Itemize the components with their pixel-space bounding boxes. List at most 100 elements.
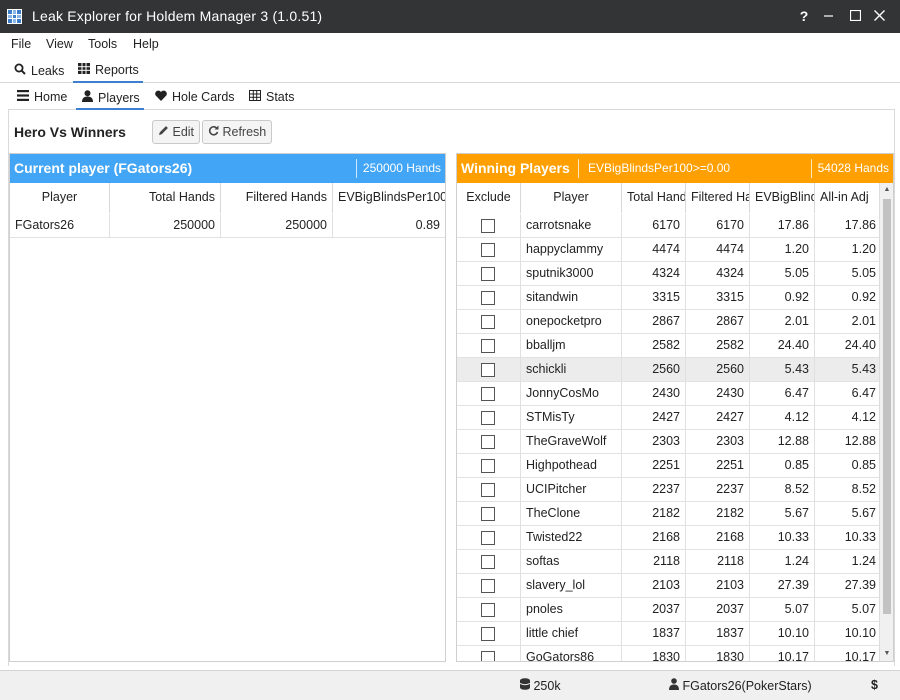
active-player[interactable]: FGators26(PokerStars): [669, 678, 812, 693]
exclude-checkbox[interactable]: [481, 387, 495, 401]
table-row[interactable]: bballjm 2582 2582 24.40 24.40: [457, 334, 881, 358]
close-button[interactable]: [867, 4, 891, 28]
table-row[interactable]: GoGators86 1830 1830 10.17 10.17: [457, 646, 881, 661]
exclude-checkbox[interactable]: [481, 339, 495, 353]
cell-evbb: 5.05: [750, 262, 815, 286]
cell-exclude: [457, 454, 521, 478]
scrollbar-thumb[interactable]: [883, 199, 891, 614]
cell-filtered-hands: 4474: [686, 238, 750, 262]
table-row[interactable]: TheClone 2182 2182 5.67 5.67: [457, 502, 881, 526]
scroll-down-icon[interactable]: ▼: [880, 647, 893, 661]
menu-view[interactable]: View: [46, 37, 73, 51]
exclude-checkbox[interactable]: [481, 243, 495, 257]
exclude-checkbox[interactable]: [481, 555, 495, 569]
column-header-total-hands[interactable]: Total Hands: [110, 183, 221, 213]
column-header-exclude[interactable]: Exclude: [457, 183, 521, 213]
table-row[interactable]: TheGraveWolf 2303 2303 12.88 12.88: [457, 430, 881, 454]
table-row[interactable]: softas 2118 2118 1.24 1.24: [457, 550, 881, 574]
column-header-allin-adj[interactable]: All-in Adj: [815, 183, 881, 213]
column-header-filtered-hands[interactable]: Filtered Hands: [221, 183, 333, 213]
exclude-checkbox[interactable]: [481, 411, 495, 425]
column-header-total-hands[interactable]: Total Hands: [622, 183, 686, 213]
cell-player: little chief: [521, 622, 622, 646]
table-row[interactable]: STMisTy 2427 2427 4.12 4.12: [457, 406, 881, 430]
column-header-evbb[interactable]: EVBigBlinds: [750, 183, 815, 213]
exclude-checkbox[interactable]: [481, 507, 495, 521]
table-row[interactable]: sitandwin 3315 3315 0.92 0.92: [457, 286, 881, 310]
list-icon: [16, 90, 30, 104]
table-row[interactable]: slavery_lol 2103 2103 27.39 27.39: [457, 574, 881, 598]
menu-file[interactable]: File: [11, 37, 31, 51]
cell-total-hands: 2251: [622, 454, 686, 478]
exclude-checkbox[interactable]: [481, 315, 495, 329]
table-row[interactable]: little chief 1837 1837 10.10 10.10: [457, 622, 881, 646]
table-row[interactable]: happyclammy 4474 4474 1.20 1.20: [457, 238, 881, 262]
scroll-up-icon[interactable]: ▲: [880, 183, 893, 197]
table-row[interactable]: Twisted22 2168 2168 10.33 10.33: [457, 526, 881, 550]
cell-allin-adj: 5.43: [851, 362, 876, 376]
exclude-checkbox[interactable]: [481, 363, 495, 377]
table-row[interactable]: pnoles 2037 2037 5.07 5.07: [457, 598, 881, 622]
cell-exclude: [457, 238, 521, 262]
table-row[interactable]: sputnik3000 4324 4324 5.05 5.05: [457, 262, 881, 286]
vertical-scrollbar[interactable]: ▲ ▼: [879, 183, 893, 661]
table-row[interactable]: carrotsnake 6170 6170 17.86 17.86: [457, 214, 881, 238]
exclude-checkbox[interactable]: [481, 651, 495, 661]
minimize-button[interactable]: [816, 4, 840, 28]
exclude-checkbox[interactable]: [481, 459, 495, 473]
edit-button[interactable]: Edit: [152, 120, 201, 144]
exclude-checkbox[interactable]: [481, 291, 495, 305]
current-grid-header: Player Total Hands Filtered Hands EVBigB…: [10, 183, 445, 213]
cell-total-hands: 4474: [622, 238, 686, 262]
tab-reports[interactable]: Reports: [73, 62, 143, 83]
table-row[interactable]: onepocketpro 2867 2867 2.01 2.01: [457, 310, 881, 334]
table-row[interactable]: UCIPitcher 2237 2237 8.52 8.52: [457, 478, 881, 502]
menu-tools[interactable]: Tools: [88, 37, 117, 51]
cell-allin-adj: 5.05: [851, 266, 876, 280]
column-header-evbb[interactable]: EVBigBlindsPer100: [333, 183, 445, 213]
cell-filtered-hands: 2103: [686, 574, 750, 598]
column-header-player[interactable]: Player: [10, 183, 110, 213]
cell-filtered-hands: 250000: [221, 214, 333, 238]
maximize-button[interactable]: [843, 4, 867, 28]
current-player-title: Current player (FGators26): [14, 160, 193, 176]
table-row[interactable]: JonnyCosMo 2430 2430 6.47 6.47: [457, 382, 881, 406]
cell-allin-adj: 24.40: [844, 338, 876, 352]
table-row[interactable]: schickli 2560 2560 5.43 5.43: [457, 358, 881, 382]
menu-help[interactable]: Help: [133, 37, 159, 51]
tab-players[interactable]: Players: [76, 89, 144, 110]
exclude-checkbox[interactable]: [481, 627, 495, 641]
column-header-player[interactable]: Player: [521, 183, 622, 213]
cell-player: TheClone: [521, 502, 622, 526]
cell-player: carrotsnake: [521, 214, 622, 238]
exclude-checkbox[interactable]: [481, 483, 495, 497]
column-header-filtered-hands[interactable]: Filtered Hands: [686, 183, 750, 213]
tab-home[interactable]: Home: [12, 89, 71, 110]
cell-filtered-hands: 3315: [686, 286, 750, 310]
dollar-icon[interactable]: $: [871, 678, 878, 692]
exclude-checkbox[interactable]: [481, 531, 495, 545]
table-row[interactable]: Highpothead 2251 2251 0.85 0.85: [457, 454, 881, 478]
report-sub-tabs: Home Players Hole Cards Stats: [8, 86, 895, 110]
tab-leaks[interactable]: Leaks: [9, 62, 68, 83]
table-row[interactable]: FGators26 250000 250000 0.89: [10, 214, 445, 238]
exclude-checkbox[interactable]: [481, 435, 495, 449]
exclude-checkbox[interactable]: [481, 219, 495, 233]
tab-reports-label: Reports: [95, 63, 139, 77]
database-size-label: 250k: [533, 679, 561, 693]
cell-exclude: [457, 526, 521, 550]
cell-total-hands: 2867: [622, 310, 686, 334]
cell-player: happyclammy: [521, 238, 622, 262]
cell-evbb: 17.86: [750, 214, 815, 238]
exclude-checkbox[interactable]: [481, 603, 495, 617]
help-button[interactable]: ?: [792, 4, 816, 28]
tab-stats[interactable]: Stats: [244, 89, 299, 110]
exclude-checkbox[interactable]: [481, 579, 495, 593]
exclude-checkbox[interactable]: [481, 267, 495, 281]
tab-hole-cards[interactable]: Hole Cards: [150, 89, 239, 110]
refresh-button[interactable]: Refresh: [202, 120, 273, 144]
tab-stats-label: Stats: [266, 90, 295, 104]
tab-leaks-label: Leaks: [31, 64, 65, 78]
cell-total-hands: 2168: [622, 526, 686, 550]
winning-players-title: Winning Players: [461, 160, 570, 176]
